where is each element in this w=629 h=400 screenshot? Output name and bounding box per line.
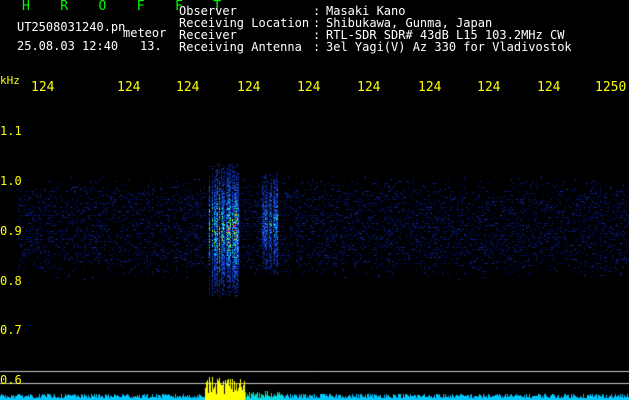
- freq-tick-label: 124: [237, 80, 261, 95]
- image-filename: UT2508031240.pn: [17, 20, 126, 34]
- frequency-axis: 124 124 124 124 124 124 124 124 124 1250: [0, 81, 629, 95]
- freq-tick-label: 124: [117, 80, 141, 95]
- hrofft-window: H R O F F T UT2508031240.pn meteor 25.08…: [0, 0, 629, 400]
- y-tick-label: 0.8: [0, 274, 22, 288]
- y-tick-label: 0.9: [0, 224, 22, 238]
- y-tick-label: 1.1: [0, 124, 22, 138]
- image-filename-suffix: meteor: [123, 26, 167, 40]
- info-label: Receiving Antenna: [179, 40, 302, 54]
- info-row-antenna: Receiving Antenna : 3el Yagi(V) Az 330 f…: [179, 41, 572, 53]
- timestamp-extra: 13.: [140, 39, 162, 53]
- freq-tick-label: 124: [176, 80, 200, 95]
- info-colon: :: [313, 40, 321, 54]
- freq-tick-label: 124: [357, 80, 381, 95]
- freq-tick-label: 124: [297, 80, 321, 95]
- info-value: 3el Yagi(V) Az 330 for Vladivostok: [326, 40, 572, 54]
- y-tick-label: 0.7: [0, 323, 22, 337]
- freq-tick-label: 124: [537, 80, 561, 95]
- freq-tick-label: 124: [31, 80, 55, 95]
- y-tick-label: 1.0: [0, 174, 22, 188]
- y-tick-label: 0.6: [0, 373, 22, 387]
- station-info: Observer : Masaki Kano Receiving Locatio…: [179, 5, 572, 53]
- freq-tick-label: 124: [477, 80, 501, 95]
- freq-tick-label: 1250: [595, 80, 627, 95]
- freq-tick-label: 124: [418, 80, 442, 95]
- spectrogram-waterfall: [0, 95, 629, 400]
- timestamp: 25.08.03 12:40: [17, 39, 119, 53]
